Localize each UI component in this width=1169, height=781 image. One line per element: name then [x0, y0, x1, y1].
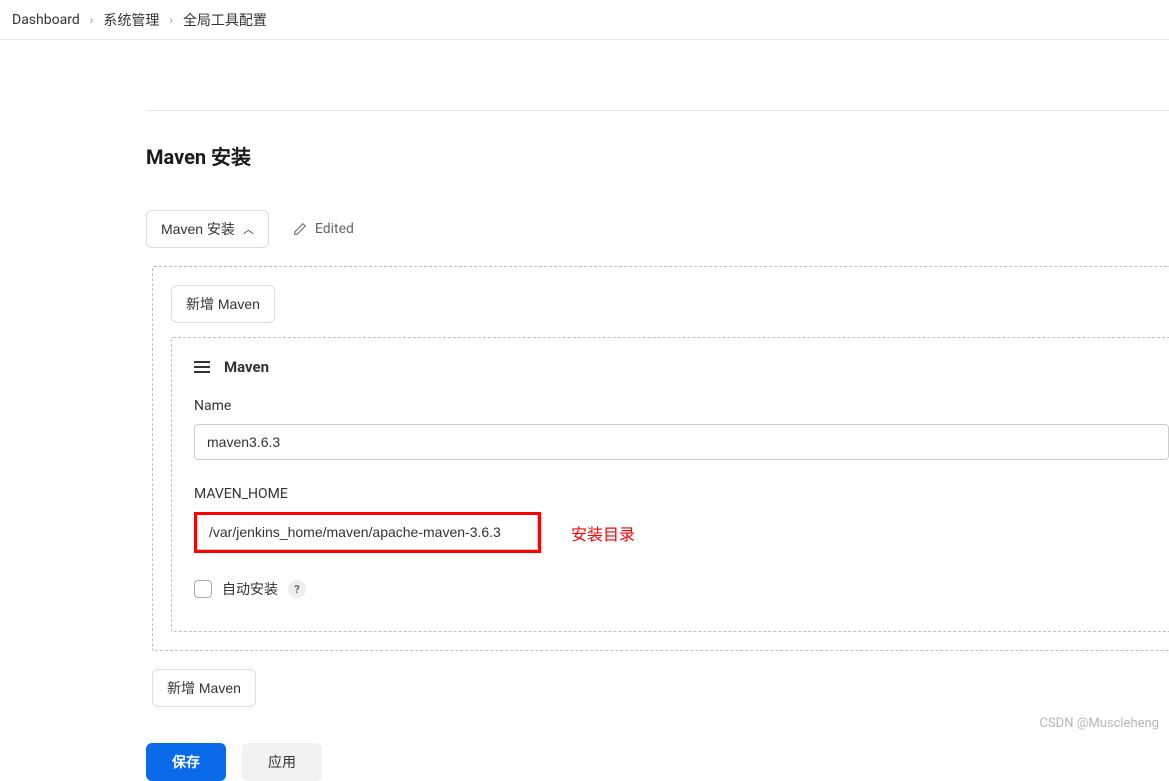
chevron-right-icon: › — [90, 13, 94, 27]
auto-install-label: 自动安装 — [222, 579, 278, 599]
watermark: CSDN @Muscleheng — [1039, 716, 1159, 731]
chevron-right-icon: › — [169, 13, 173, 27]
save-button[interactable]: 保存 — [146, 743, 226, 781]
breadcrumb-dashboard[interactable]: Dashboard — [12, 12, 80, 28]
breadcrumb-system-manage[interactable]: 系统管理 — [103, 10, 159, 30]
edited-indicator: Edited — [293, 221, 354, 237]
chevron-up-icon: ︿ — [243, 221, 254, 237]
apply-button[interactable]: 应用 — [242, 743, 322, 781]
pencil-icon — [293, 222, 307, 236]
breadcrumb-global-tool-config[interactable]: 全局工具配置 — [183, 10, 267, 30]
breadcrumb: Dashboard › 系统管理 › 全局工具配置 — [0, 0, 1169, 40]
instance-title: Maven — [224, 358, 269, 376]
drag-handle-icon[interactable] — [194, 361, 210, 373]
maven-home-input[interactable] — [197, 515, 538, 550]
edited-label: Edited — [315, 221, 354, 237]
maven-install-list: 新增 Maven Maven Name MAVEN_HOME — [152, 266, 1169, 651]
name-input[interactable] — [194, 424, 1169, 460]
maven-home-label: MAVEN_HOME — [194, 486, 1169, 502]
add-maven-button-bottom[interactable]: 新增 Maven — [152, 669, 256, 707]
name-label: Name — [194, 398, 1169, 414]
annotation-install-dir: 安装目录 — [571, 521, 635, 545]
maven-instance: Maven Name MAVEN_HOME 安装目录 — [171, 337, 1169, 632]
maven-install-toggle[interactable]: Maven 安装 ︿ — [146, 210, 269, 248]
add-maven-button-top[interactable]: 新增 Maven — [171, 285, 275, 323]
auto-install-checkbox[interactable] — [194, 580, 212, 598]
help-icon[interactable]: ? — [288, 580, 306, 598]
divider — [146, 110, 1169, 111]
maven-home-highlight — [194, 512, 541, 553]
toggle-label: Maven 安装 — [161, 219, 235, 239]
section-title: Maven 安装 — [146, 141, 1169, 170]
